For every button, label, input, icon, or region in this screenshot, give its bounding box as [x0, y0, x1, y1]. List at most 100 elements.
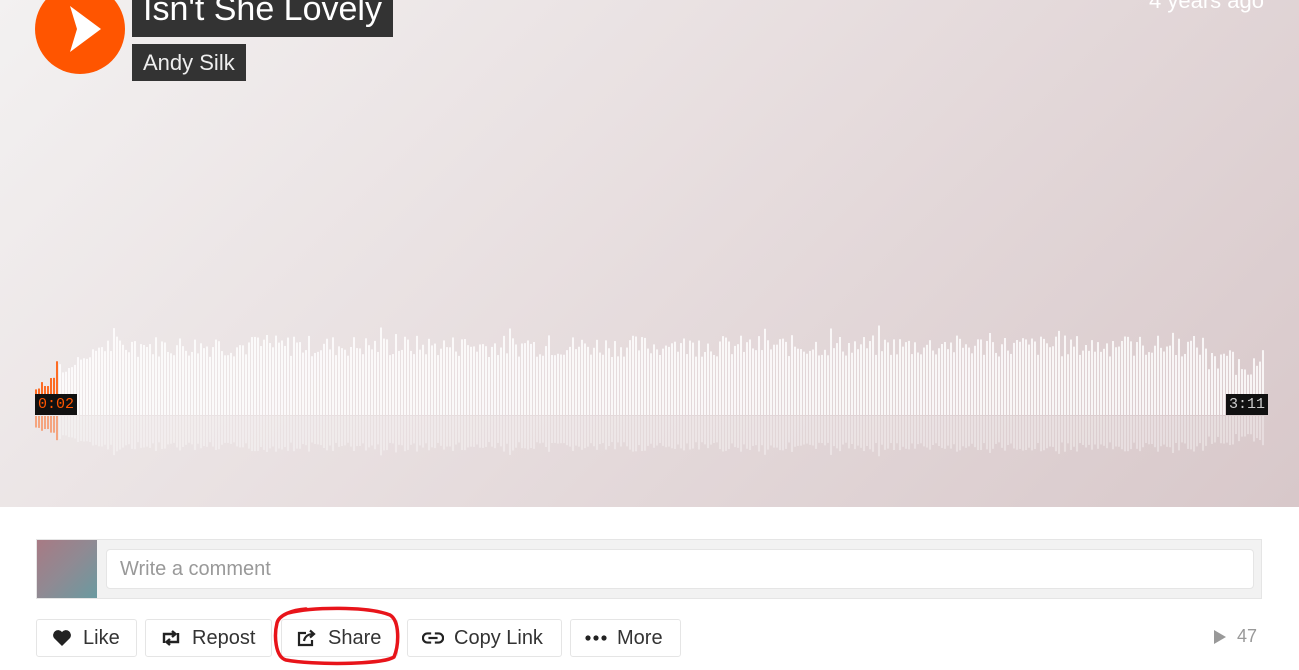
- waveform-bar: [683, 338, 685, 415]
- waveform-bar: [1031, 338, 1033, 415]
- waveform-reflection-bar: [410, 416, 412, 445]
- waveform-reflection-bar: [176, 416, 178, 448]
- share-button[interactable]: Share: [281, 619, 398, 657]
- waveform-reflection-bar: [53, 416, 55, 433]
- waveform-bar: [1223, 353, 1225, 415]
- posted-time: 4 years ago: [1149, 0, 1264, 13]
- waveform-bar: [707, 343, 709, 415]
- waveform-bar: [413, 354, 415, 415]
- waveform-bar: [737, 344, 739, 415]
- waveform-bar: [1142, 345, 1144, 415]
- waveform-reflection-bar: [1256, 416, 1258, 439]
- waveform-bar: [764, 328, 766, 415]
- waveform-bar: [1001, 344, 1003, 415]
- waveform-bar: [761, 350, 763, 415]
- waveform-reflection-bar: [743, 416, 745, 445]
- waveform-reflection-bar: [533, 416, 535, 449]
- copy-link-button[interactable]: Copy Link: [407, 619, 562, 657]
- waveform-bar: [1106, 343, 1108, 415]
- waveform-bar: [680, 343, 682, 415]
- waveform-bar: [779, 339, 781, 415]
- waveform-reflection-bar: [692, 416, 694, 449]
- waveform-bar: [869, 341, 871, 415]
- avatar: [37, 540, 97, 598]
- waveform-reflection-bar: [1007, 416, 1009, 445]
- waveform-bar: [221, 351, 223, 415]
- waveform-bar: [806, 353, 808, 415]
- waveform-bar: [326, 338, 328, 415]
- waveform-bar: [458, 355, 460, 415]
- waveform-bar: [983, 354, 985, 415]
- waveform-reflection-bar: [221, 416, 223, 445]
- waveform-bar: [1163, 351, 1165, 415]
- waveform-bar: [623, 356, 625, 415]
- waveform-bar: [947, 349, 949, 415]
- waveform-bar: [242, 345, 244, 415]
- waveform-bar: [1181, 356, 1183, 415]
- waveform-bar: [353, 337, 355, 415]
- waveform-reflection-bar: [263, 416, 265, 450]
- waveform-reflection-bar: [95, 416, 97, 445]
- waveform-bar: [98, 347, 100, 415]
- waveform[interactable]: [35, 320, 1265, 460]
- waveform-reflection-bar: [56, 416, 58, 441]
- waveform-bar: [185, 350, 187, 415]
- waveform-bar: [725, 337, 727, 415]
- play-count: 47: [1213, 626, 1257, 647]
- waveform-bar: [479, 344, 481, 415]
- waveform-reflection-bar: [1187, 416, 1189, 449]
- waveform-reflection-bar: [311, 416, 313, 443]
- repost-button[interactable]: Repost: [145, 619, 272, 657]
- waveform-reflection-bar: [566, 416, 568, 446]
- waveform-reflection-bar: [68, 416, 70, 438]
- waveform-bar: [173, 355, 175, 415]
- waveform-bar: [1070, 339, 1072, 415]
- waveform-reflection-bar: [158, 416, 160, 443]
- waveform-bar: [356, 348, 358, 415]
- waveform-bar: [638, 350, 640, 415]
- waveform-reflection-bar: [860, 416, 862, 448]
- waveform-bar: [263, 339, 265, 415]
- waveform-bar: [578, 346, 580, 415]
- waveform-reflection-bar: [746, 416, 748, 449]
- waveform-reflection-bar: [143, 416, 145, 448]
- waveform-reflection-bar: [107, 416, 109, 450]
- comment-input[interactable]: [106, 549, 1254, 589]
- waveform-bar: [920, 354, 922, 415]
- waveform-bar: [905, 342, 907, 415]
- waveform-bar: [581, 339, 583, 415]
- waveform-bar: [152, 354, 154, 415]
- waveform-bar: [647, 348, 649, 415]
- artist-name[interactable]: Andy Silk: [132, 44, 246, 81]
- waveform-reflection-bar: [977, 416, 979, 451]
- waveform-bar: [419, 349, 421, 415]
- waveform-bar: [110, 351, 112, 415]
- waveform-bar: [743, 351, 745, 415]
- waveform-bar: [770, 349, 772, 415]
- waveform-bar: [650, 353, 652, 415]
- play-button[interactable]: [35, 0, 125, 74]
- like-button[interactable]: Like: [36, 619, 137, 657]
- waveform-bar: [188, 355, 190, 415]
- waveform-reflection-bar: [932, 416, 934, 446]
- more-button[interactable]: More: [570, 619, 681, 657]
- waveform-bar: [257, 337, 259, 415]
- waveform-reflection-bar: [1016, 416, 1018, 450]
- waveform-reflection-bar: [749, 416, 751, 450]
- waveform-reflection-bar: [1139, 416, 1141, 452]
- waveform-bar: [1028, 344, 1030, 415]
- waveform-reflection-bar: [443, 416, 445, 450]
- waveform-bar: [386, 339, 388, 415]
- waveform-bar: [86, 358, 88, 415]
- waveform-bar: [590, 354, 592, 415]
- waveform-bar: [329, 349, 331, 415]
- waveform-bar: [389, 355, 391, 415]
- waveform-bar: [731, 354, 733, 415]
- track-hero: Isn't She Lovely Andy Silk 4 years ago 0…: [0, 0, 1299, 507]
- waveform-reflection-bar: [1226, 416, 1228, 443]
- waveform-bar: [557, 353, 559, 415]
- waveform-reflection-bar: [680, 416, 682, 449]
- waveform-reflection-bar: [656, 416, 658, 446]
- waveform-reflection-bar: [191, 416, 193, 445]
- waveform-reflection-bar: [92, 416, 94, 446]
